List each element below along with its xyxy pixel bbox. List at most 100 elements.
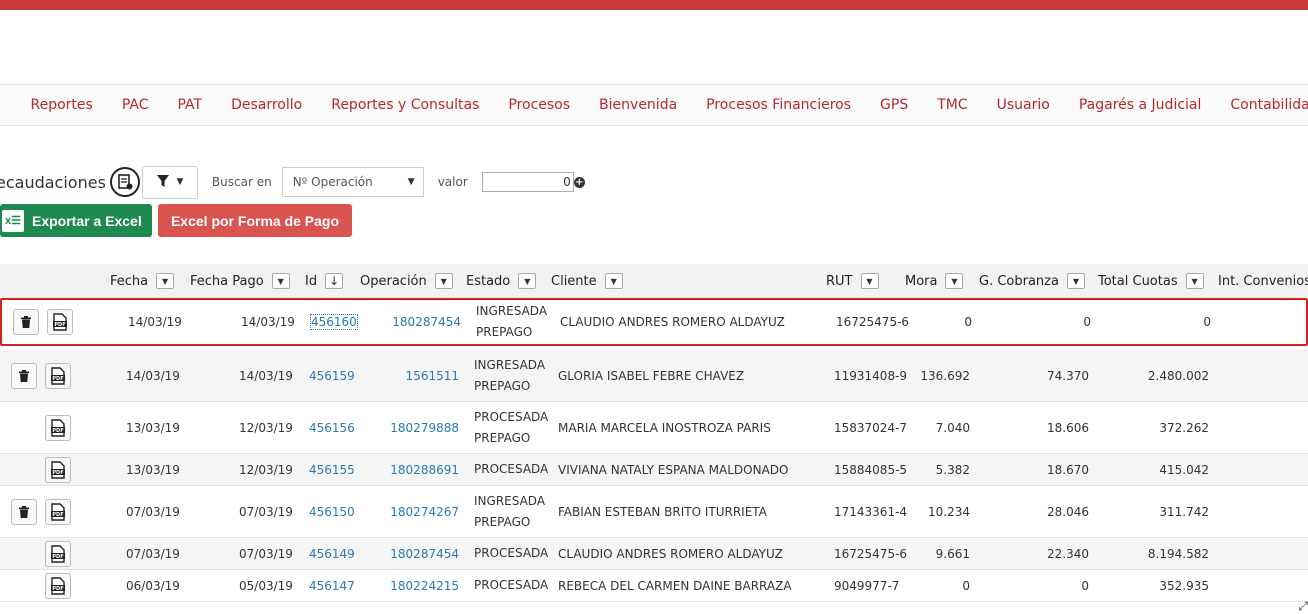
cell-fecha-pago: 14/03/19	[241, 315, 295, 329]
table-row[interactable]: PDF 13/03/19 12/03/19 456155 180288691 PROCES…	[0, 454, 1308, 486]
resize-icon[interactable]: ⤢	[1298, 599, 1308, 614]
cell-operacion-link[interactable]: 1561511	[406, 369, 459, 383]
dropdown-icon[interactable]: ▼	[156, 273, 175, 289]
top-accent-bar	[0, 0, 1308, 10]
cell-operacion-link[interactable]: 180287454	[390, 547, 459, 561]
pdf-icon[interactable]: PDF	[45, 540, 71, 567]
cell-estado: PREPAGO	[474, 430, 531, 445]
col-int-convenios: Int. Convenios	[1218, 264, 1308, 298]
cell-fecha-pago: 07/03/19	[239, 504, 293, 519]
table-row[interactable]: PDF 07/03/19 07/03/19 456150 180274267 INGRES…	[0, 486, 1308, 538]
table-row[interactable]: PDF 13/03/19 12/03/19 456156 180279888 PROCES…	[0, 402, 1308, 454]
cell-estado: PROCESADA	[474, 409, 549, 424]
cell-total-cuotas: 372.262	[1159, 420, 1209, 435]
pdf-icon[interactable]: PDF	[45, 572, 71, 599]
dropdown-icon[interactable]: ▼	[271, 273, 290, 289]
cell-operacion-link[interactable]: 180224215	[390, 579, 459, 593]
svg-text:PDF: PDF	[52, 585, 63, 591]
cell-cliente: VIVIANA NATALY ESPANA MALDONADO	[558, 462, 789, 477]
pdf-icon[interactable]: PDF	[45, 456, 71, 483]
pdf-icon[interactable]: PDF	[47, 309, 73, 335]
cell-estado: PROCESADA	[474, 578, 549, 592]
excel-forma-pago-button[interactable]: Excel por Forma de Pago	[158, 204, 352, 237]
nav-item-pac[interactable]: PAC	[107, 97, 163, 113]
cell-mora: 7.040	[935, 420, 970, 435]
cell-total-cuotas: 415.042	[1159, 462, 1209, 477]
table-row[interactable]: PDF 14/03/19 14/03/19 456160 180287454 INGRES…	[0, 298, 1308, 346]
cell-g-cobranza: 22.340	[1047, 546, 1089, 561]
cell-mora: 9.661	[935, 546, 970, 561]
cell-cliente: CLAUDIO ANDRES ROMERO ALDAYUZ	[558, 546, 783, 561]
table-row[interactable]: PDF 06/03/19 05/03/19 456147 180224215 PROCES…	[0, 570, 1308, 602]
add-circle-icon[interactable]: +	[573, 176, 585, 188]
buscar-select[interactable]: Nº Operación ▼	[281, 167, 424, 197]
cell-g-cobranza: 74.370	[1047, 368, 1089, 383]
svg-text:PDF: PDF	[52, 511, 63, 517]
dropdown-icon[interactable]: ▼	[860, 273, 879, 289]
cell-id-link[interactable]: 456159	[309, 369, 355, 383]
dropdown-icon[interactable]: ▼	[434, 273, 453, 289]
export-excel-button[interactable]: x☰ Exportar a Excel	[0, 204, 152, 237]
nav-item-procesos[interactable]: Procesos	[494, 97, 585, 113]
cell-id-link[interactable]: 456149	[309, 547, 355, 561]
valor-input[interactable]	[481, 172, 574, 192]
nav-item-reportes[interactable]: Reportes	[16, 97, 107, 113]
cell-id-link[interactable]: 456155	[309, 463, 355, 477]
cell-estado: PREPAGO	[474, 514, 531, 529]
nav-item-gps[interactable]: GPS	[866, 97, 923, 113]
cell-operacion-link[interactable]: 180279888	[390, 421, 459, 435]
cell-g-cobranza: 0	[1083, 315, 1091, 329]
cell-fecha-pago: 14/03/19	[239, 368, 293, 383]
table-row[interactable]: PDF 14/03/19 14/03/19 456159 1561511 INGRESAD…	[0, 350, 1308, 402]
nav-item-tmc[interactable]: TMC	[923, 97, 982, 113]
cell-id-link[interactable]: 456156	[309, 421, 355, 435]
nav-item-procesos-financieros[interactable]: Procesos Financieros	[692, 97, 866, 113]
cell-fecha: 14/03/19	[128, 315, 182, 329]
col-g-cobranza-label: G. Cobranza	[979, 273, 1059, 289]
dropdown-icon[interactable]: ▼	[604, 273, 623, 289]
cell-id-link[interactable]: 456160	[310, 314, 358, 330]
pdf-icon[interactable]: PDF	[45, 498, 71, 525]
nav-item-pagarés-a-judicial[interactable]: Pagarés a Judicial	[1064, 97, 1216, 113]
filter-button[interactable]: ▼	[141, 165, 198, 199]
cell-operacion-link[interactable]: 180288691	[390, 463, 459, 477]
cell-operacion-link[interactable]: 180287454	[392, 315, 461, 329]
trash-icon[interactable]	[13, 309, 39, 335]
col-total-cuotas-label: Total Cuotas	[1098, 273, 1178, 289]
svg-text:PDF: PDF	[52, 427, 63, 433]
cell-estado: INGRESADA	[474, 357, 546, 372]
cell-rut: 15884085-5	[834, 462, 908, 477]
pdf-icon[interactable]: PDF	[45, 362, 71, 389]
cell-rut: 16725475-6	[834, 546, 908, 561]
trash-icon[interactable]	[11, 498, 37, 525]
nav-item-contabilidad[interactable]: Contabilidad	[1216, 97, 1308, 113]
nav-item-desarrollo[interactable]: Desarrollo	[217, 97, 317, 113]
cell-rut: 11931408-9	[834, 368, 908, 383]
pdf-icon[interactable]: PDF	[45, 414, 71, 441]
sort-desc-icon[interactable]: ↓	[325, 273, 344, 289]
nav-item-pat[interactable]: PAT	[163, 97, 217, 113]
nav-item-usuario[interactable]: Usuario	[982, 97, 1064, 113]
nav-item-bienvenida[interactable]: Bienvenida	[585, 97, 692, 113]
col-operacion: Operación ▼	[360, 264, 453, 298]
select-arrow-icon: ▼	[407, 177, 415, 187]
cell-fecha: 13/03/19	[126, 420, 180, 435]
cell-id-link[interactable]: 456147	[309, 579, 355, 593]
dropdown-icon[interactable]: ▼	[518, 273, 537, 289]
dropdown-icon[interactable]: ▼	[945, 273, 964, 289]
dropdown-icon[interactable]: ▼	[1066, 273, 1085, 289]
document-settings-icon[interactable]	[109, 167, 140, 197]
col-id: Id ↓	[305, 264, 344, 298]
col-int-convenios-label: Int. Convenios	[1218, 273, 1308, 289]
svg-text:PDF: PDF	[52, 553, 63, 559]
cell-fecha: 07/03/19	[126, 504, 180, 519]
cell-id-link[interactable]: 456150	[309, 505, 355, 519]
nav-item-reportes-y-consultas[interactable]: Reportes y Consultas	[317, 97, 494, 113]
dropdown-icon[interactable]: ▼	[1185, 273, 1204, 289]
col-id-label: Id	[305, 273, 318, 289]
cell-cliente: FABIAN ESTEBAN BRITO ITURRIETA	[558, 504, 767, 519]
trash-icon[interactable]	[11, 362, 37, 389]
cell-operacion-link[interactable]: 180274267	[390, 505, 459, 519]
cell-mora: 0	[962, 578, 970, 593]
table-row[interactable]: PDF 07/03/19 07/03/19 456149 180287454 PROCES…	[0, 538, 1308, 570]
